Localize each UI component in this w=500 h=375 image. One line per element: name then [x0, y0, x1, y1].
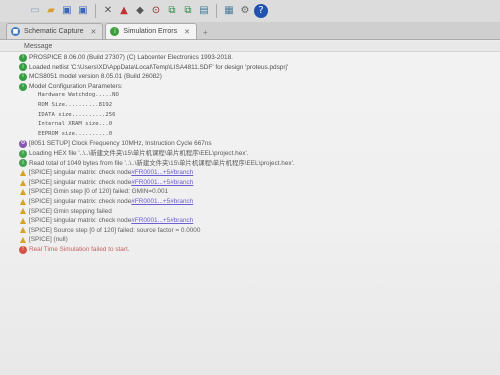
toolbar-separator [216, 4, 217, 18]
node-link[interactable]: #FR0001...+5#branch [131, 197, 193, 207]
message-text: Read total of 1049 bytes from file '..\.… [29, 159, 295, 167]
message-row[interactable]: ▲ [SPICE] singular matrix: check node #FR… [0, 197, 500, 207]
message-text: [SPICE] singular matrix: check node [29, 178, 132, 186]
tools-icon[interactable]: ▦ [222, 4, 236, 18]
close-icon[interactable]: ✕ [91, 28, 97, 36]
message-text: [SPICE] singular matrix: check node [29, 197, 132, 205]
message-text: Real Time Simulation failed to start. [29, 245, 130, 253]
toolbar-separator [95, 4, 96, 18]
message-row[interactable]: ▲ [SPICE] Gmin step [0 of 120] failed: GM… [0, 187, 500, 197]
message-row[interactable]: ▲ [SPICE] Gmin stepping failed [0, 207, 500, 217]
message-row[interactable]: ▲ [SPICE] singular matrix: check node #FR… [0, 168, 500, 178]
help-icon[interactable]: ? [254, 4, 268, 18]
tab-bar: ■ Schematic Capture ✕ i Simulation Error… [0, 22, 500, 40]
new-file-icon[interactable]: ▭ [28, 4, 42, 18]
warning-icon: ▲ [19, 235, 27, 245]
setup-icon: ⚙ [19, 140, 27, 149]
message-text: [SPICE] Gmin step [0 of 120] failed: GMI… [29, 188, 169, 196]
message-text: [SPICE] (null) [29, 236, 68, 244]
message-list: i PROSPICE 8.06.00 (Build 27307) (C) Labc… [0, 52, 500, 254]
message-text: Model Configuration Parameters: [29, 82, 123, 90]
save-icon[interactable]: ▣ [60, 4, 74, 18]
message-row[interactable]: ⚙ [8051 SETUP] Clock Frequency 10MHz, Ins… [0, 139, 500, 149]
save-all-icon[interactable]: ▣ [76, 4, 90, 18]
component-icon[interactable]: ▲ [117, 4, 131, 18]
new-tab-icon[interactable]: + [203, 28, 208, 37]
bom-icon[interactable]: ▤ [197, 4, 211, 18]
message-row[interactable]: Hardware Watchdog.....NO [0, 91, 500, 101]
tab-label: Simulation Errors [123, 28, 178, 35]
tab-schematic-capture[interactable]: ■ Schematic Capture ✕ [6, 23, 104, 39]
tab-simulation-errors[interactable]: i Simulation Errors ✕ [105, 23, 197, 39]
message-row[interactable]: i Model Configuration Parameters: [0, 82, 500, 92]
info-icon: i [110, 27, 120, 36]
warning-icon: ▲ [19, 167, 27, 177]
message-text: PROSPICE 8.06.00 (Build 27307) (C) Labce… [29, 54, 233, 61]
message-row[interactable]: ▲ [SPICE] (null) [0, 235, 500, 245]
message-text: Internal XRAM size...0 [38, 121, 113, 128]
message-row[interactable]: ROM Size..........8192 [0, 101, 500, 111]
message-row[interactable]: i Loaded netlist 'C:\Users\XD\AppData\Loc… [0, 63, 500, 73]
message-row[interactable]: i MCS8051 model version 8.05.01 (Build 26… [0, 72, 500, 82]
message-text: Hardware Watchdog.....NO [38, 92, 119, 99]
annotate-icon[interactable]: ⧉ [165, 4, 179, 18]
message-row[interactable]: ! Real Time Simulation failed to start. [0, 245, 500, 255]
close-icon[interactable]: ✕ [184, 28, 190, 36]
message-text: ROM Size..........8192 [38, 101, 113, 108]
message-row[interactable]: i Loading HEX file '..\..\新建文件夹\15\单片机课程\… [0, 149, 500, 159]
message-text: [SPICE] singular matrix: check node [29, 169, 132, 177]
node-link[interactable]: #FR0001...+5#branch [131, 178, 193, 188]
message-row[interactable]: IDATA size..........256 [0, 111, 500, 121]
info-icon: i [19, 63, 27, 72]
tab-label: Schematic Capture [24, 28, 84, 35]
message-text: Loading HEX file '..\..\新建文件夹\15\单片机课程\单… [29, 149, 249, 157]
message-text: MCS8051 model version 8.05.01 (Build 260… [29, 73, 162, 81]
warning-icon: ▲ [19, 206, 27, 216]
message-row[interactable]: ▲ [SPICE] singular matrix: check node #FR… [0, 216, 500, 226]
message-row[interactable]: EEPROM size..........0 [0, 130, 500, 140]
info-icon: i [19, 53, 27, 62]
info-icon: i [19, 159, 27, 168]
message-text: Loaded netlist 'C:\Users\XD\AppData\Loca… [29, 63, 289, 71]
message-row[interactable]: ▲ [SPICE] Source step [0 of 120] failed: … [0, 226, 500, 236]
info-icon: i [19, 82, 27, 91]
info-icon: i [19, 149, 27, 158]
close-window-icon[interactable]: ✕ [101, 4, 115, 18]
warning-icon: ▲ [19, 187, 27, 197]
settings-icon[interactable]: ⚙ [238, 4, 252, 18]
message-text: [SPICE] Gmin stepping failed [29, 207, 112, 215]
node-link[interactable]: #FR0001...+5#branch [131, 216, 193, 226]
warning-icon: ▲ [19, 196, 27, 206]
toolbar: ▭ ▰ ▣ ▣ ✕ ▲ ◆ ⊙ ⧉ ⧉ ▤ ▦ ⚙? [0, 0, 500, 22]
message-row[interactable]: ▲ [SPICE] singular matrix: check node #FR… [0, 178, 500, 188]
device-icon[interactable]: ◆ [133, 4, 147, 18]
pickup-icon[interactable]: ⊙ [149, 4, 163, 18]
warning-icon: ▲ [19, 215, 27, 225]
messages-panel: Message i PROSPICE 8.06.00 (Build 27307) … [0, 41, 500, 375]
schematic-icon: ■ [11, 27, 20, 36]
message-text: [SPICE] singular matrix: check node [29, 217, 132, 225]
message-text: EEPROM size..........0 [38, 130, 113, 137]
netlist-icon[interactable]: ⧉ [181, 4, 195, 18]
open-folder-icon[interactable]: ▰ [44, 4, 58, 18]
message-row[interactable]: i PROSPICE 8.06.00 (Build 27307) (C) Labc… [0, 53, 500, 63]
message-text: [SPICE] Source step [0 of 120] failed: s… [29, 226, 201, 234]
info-icon: i [19, 72, 27, 81]
message-text: [8051 SETUP] Clock Frequency 10MHz, Inst… [29, 140, 212, 148]
warning-icon: ▲ [19, 177, 27, 187]
message-row[interactable]: i Read total of 1049 bytes from file '..\… [0, 159, 500, 169]
message-text: IDATA size..........256 [38, 111, 116, 118]
warning-icon: ▲ [19, 225, 27, 235]
message-row[interactable]: Internal XRAM size...0 [0, 120, 500, 130]
error-icon: ! [19, 245, 27, 254]
message-column-header[interactable]: Message [0, 41, 500, 52]
node-link[interactable]: #FR0001...+5#branch [131, 168, 193, 178]
